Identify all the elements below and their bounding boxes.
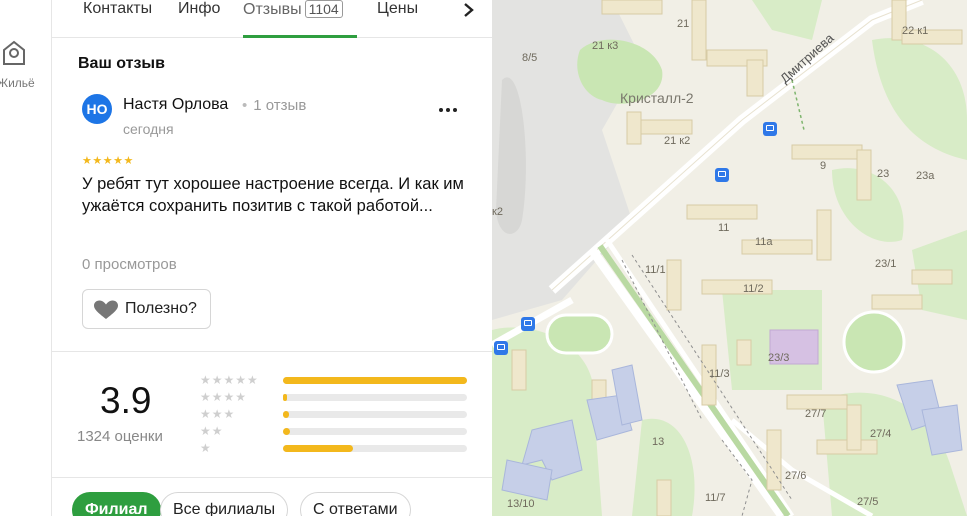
building-label: 27/6 xyxy=(785,470,807,482)
review-views: 0 просмотров xyxy=(82,256,177,273)
filter-with-replies[interactable]: С ответами xyxy=(300,492,411,516)
filter-branch[interactable]: Филиал xyxy=(72,492,161,516)
map[interactable]: Дмитриева Кристалл-2 21 21 к3 8/5 21 к2 … xyxy=(492,0,967,516)
bus-stop-icon[interactable] xyxy=(715,168,729,182)
building-label: 8/5 xyxy=(522,52,538,64)
rating-distribution-row: ★ xyxy=(200,441,470,455)
chevron-right-icon[interactable] xyxy=(456,0,480,22)
distribution-track xyxy=(283,445,467,452)
bus-stop-icon[interactable] xyxy=(494,341,508,355)
helpful-label: Полезно? xyxy=(125,300,197,317)
bus-stop-icon[interactable] xyxy=(763,122,777,136)
tab-info[interactable]: Инфо xyxy=(178,0,220,22)
helpful-button[interactable]: Полезно? xyxy=(82,289,211,329)
building-label: 11/2 xyxy=(743,283,764,295)
building-label: 21 к3 xyxy=(592,40,619,52)
active-tab-indicator xyxy=(243,35,357,38)
rating-count: 1324 оценки xyxy=(77,428,163,445)
rating-distribution-row: ★★★★★ xyxy=(200,373,470,387)
avatar[interactable]: НО xyxy=(82,94,112,124)
review-date: сегодня xyxy=(123,121,174,137)
building-label: 27/7 xyxy=(805,408,827,420)
distribution-stars: ★★★★★ xyxy=(200,373,259,387)
building-label: 27/5 xyxy=(857,496,879,508)
distribution-fill xyxy=(283,377,467,384)
tab-contacts[interactable]: Контакты xyxy=(83,0,152,22)
tab-bar: Контакты Инфо Отзывы 1104 Цены xyxy=(52,0,492,38)
building-label: 11 xyxy=(718,222,730,234)
author-review-count: • 1 отзыв xyxy=(242,97,306,114)
filter-all-branches[interactable]: Все филиалы xyxy=(160,492,289,516)
distribution-stars: ★★★★ xyxy=(200,390,248,404)
building-label: 11/7 xyxy=(705,492,726,504)
building-label: 9 xyxy=(820,160,827,172)
reviews-panel: Контакты Инфо Отзывы 1104 Цены Ваш отзыв … xyxy=(52,0,492,516)
building-label: 23/3 xyxy=(768,352,790,364)
rail-label[interactable]: Жильё xyxy=(0,76,35,90)
review-stars: ★★★★★ xyxy=(82,155,134,167)
distribution-fill xyxy=(283,394,287,401)
building-label: к2 xyxy=(492,206,503,218)
divider xyxy=(52,351,492,352)
distribution-track xyxy=(283,377,467,384)
building-label: 23 xyxy=(877,168,890,180)
rating-distribution-row: ★★ xyxy=(200,424,470,438)
building-label: 23/1 xyxy=(875,258,897,270)
rating-value: 3.9 xyxy=(100,380,152,421)
author-review-count-text: 1 отзыв xyxy=(253,97,307,114)
distribution-fill xyxy=(283,411,289,418)
more-options-icon[interactable] xyxy=(436,100,460,120)
tab-reviews-label: Отзывы xyxy=(243,1,302,18)
divider xyxy=(52,477,492,478)
rating-distribution-row: ★★★ xyxy=(200,407,470,421)
distribution-fill xyxy=(283,428,291,435)
distribution-stars: ★ xyxy=(200,441,212,455)
distribution-fill xyxy=(283,445,353,452)
heart-icon xyxy=(94,300,118,319)
distribution-stars: ★★★ xyxy=(200,407,236,421)
building-label: 11а xyxy=(755,236,773,248)
building-label: 21 к2 xyxy=(664,135,691,147)
building-label: 27/4 xyxy=(870,428,892,440)
building-label: 13/10 xyxy=(507,498,535,510)
building-label: 22 к1 xyxy=(902,25,929,37)
app-rail: Жильё xyxy=(0,0,52,516)
tab-reviews[interactable]: Отзывы 1104 xyxy=(243,0,343,22)
district-label: Кристалл-2 xyxy=(620,90,694,106)
distribution-track xyxy=(283,394,467,401)
building-label: 21 xyxy=(677,18,690,30)
separator-dot: • xyxy=(242,97,248,114)
building-label: 13 xyxy=(652,436,665,448)
reviews-count-badge: 1104 xyxy=(304,0,343,18)
tab-prices[interactable]: Цены xyxy=(377,0,418,22)
bus-stop-icon[interactable] xyxy=(521,317,535,331)
housing-icon[interactable] xyxy=(0,36,28,68)
review-text: У ребят тут хорошее настроение всегда. И… xyxy=(82,175,464,215)
distribution-track xyxy=(283,428,467,435)
section-title: Ваш отзыв xyxy=(78,55,165,72)
rating-distribution-row: ★★★★ xyxy=(200,390,470,404)
building-label: 11/3 xyxy=(709,368,730,380)
building-label: 23а xyxy=(916,170,935,182)
distribution-stars: ★★ xyxy=(200,424,224,438)
author-name[interactable]: Настя Орлова xyxy=(123,96,228,114)
distribution-track xyxy=(283,411,467,418)
building-label: 11/1 xyxy=(645,264,666,276)
